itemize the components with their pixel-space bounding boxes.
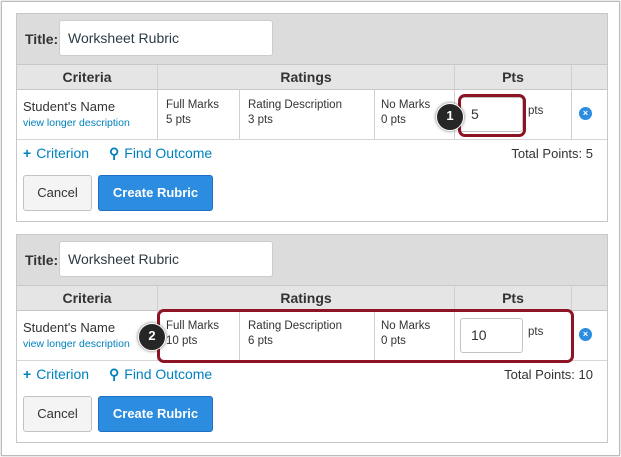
rating-points: 3 pts: [248, 114, 273, 126]
rubric-title-input[interactable]: Worksheet Rubric: [59, 20, 273, 56]
find-outcome-link[interactable]: ⚲ Find Outcome: [109, 145, 212, 162]
add-criterion-link[interactable]: + Criterion: [23, 145, 89, 161]
view-longer-description-link[interactable]: view longer description: [23, 338, 130, 350]
rubric-actions-row: + Criterion ⚲ Find Outcome Total Points: 5: [17, 140, 607, 168]
points-highlight-box: [458, 94, 526, 137]
rubric-header-row: Criteria Ratings Pts: [17, 286, 607, 311]
criteria-header: Criteria: [62, 69, 112, 85]
rating-points: 0 pts: [381, 114, 406, 126]
ratings-header: Ratings: [280, 69, 332, 85]
rubric-actions-row: + Criterion ⚲ Find Outcome Total Points: 1…: [17, 361, 607, 389]
title-label: Title:: [25, 31, 59, 47]
rubric-header-row: Criteria Ratings Pts: [17, 65, 607, 90]
ratings-header: Ratings: [280, 290, 332, 306]
screenshot-frame: Title: Worksheet Rubric Criteria Ratings…: [1, 1, 620, 456]
rating-points: 5 pts: [166, 114, 191, 126]
find-outcome-label: Find Outcome: [124, 145, 213, 161]
cancel-button[interactable]: Cancel: [23, 396, 92, 432]
rating-label: No Marks: [381, 99, 431, 111]
create-rubric-button[interactable]: Create Rubric: [98, 175, 213, 211]
rating-label: Full Marks: [166, 99, 220, 111]
criterion-name: Student's Name: [23, 320, 116, 335]
cancel-button[interactable]: Cancel: [23, 175, 92, 211]
view-longer-description-link[interactable]: view longer description: [23, 117, 130, 129]
total-points: Total Points: 10: [504, 367, 593, 382]
plus-icon: +: [23, 145, 32, 161]
rubric-title-bar: Title: Worksheet Rubric: [17, 235, 607, 286]
points-unit: pts: [528, 105, 544, 117]
delete-criterion-icon[interactable]: ×: [579, 328, 592, 341]
ratings-highlight-box: [157, 309, 574, 363]
add-criterion-label: Criterion: [36, 145, 90, 161]
create-rubric-button[interactable]: Create Rubric: [98, 396, 213, 432]
find-outcome-label: Find Outcome: [124, 366, 213, 382]
callout-badge-2: 2: [138, 323, 166, 351]
find-outcome-link[interactable]: ⚲ Find Outcome: [109, 366, 212, 383]
search-icon: ⚲: [109, 366, 120, 382]
rubric-title-input[interactable]: Worksheet Rubric: [59, 241, 273, 277]
plus-icon: +: [23, 366, 32, 382]
search-icon: ⚲: [109, 145, 120, 161]
rating-full-marks[interactable]: Full Marks 5 pts: [166, 98, 219, 128]
add-criterion-link[interactable]: + Criterion: [23, 366, 89, 382]
rating-no-marks[interactable]: No Marks 0 pts: [381, 98, 430, 128]
criteria-header: Criteria: [62, 290, 112, 306]
rubric-title-bar: Title: Worksheet Rubric: [17, 14, 607, 65]
callout-badge-1: 1: [436, 103, 464, 131]
add-criterion-label: Criterion: [36, 366, 90, 382]
pts-header: Pts: [502, 290, 524, 306]
delete-criterion-icon[interactable]: ×: [579, 107, 592, 120]
rating-description[interactable]: Rating Description 3 pts: [248, 98, 342, 128]
pts-header: Pts: [502, 69, 524, 85]
total-points: Total Points: 5: [511, 146, 593, 161]
title-label: Title:: [25, 252, 59, 268]
rating-label: Rating Description: [248, 99, 342, 111]
criterion-name: Student's Name: [23, 99, 116, 114]
